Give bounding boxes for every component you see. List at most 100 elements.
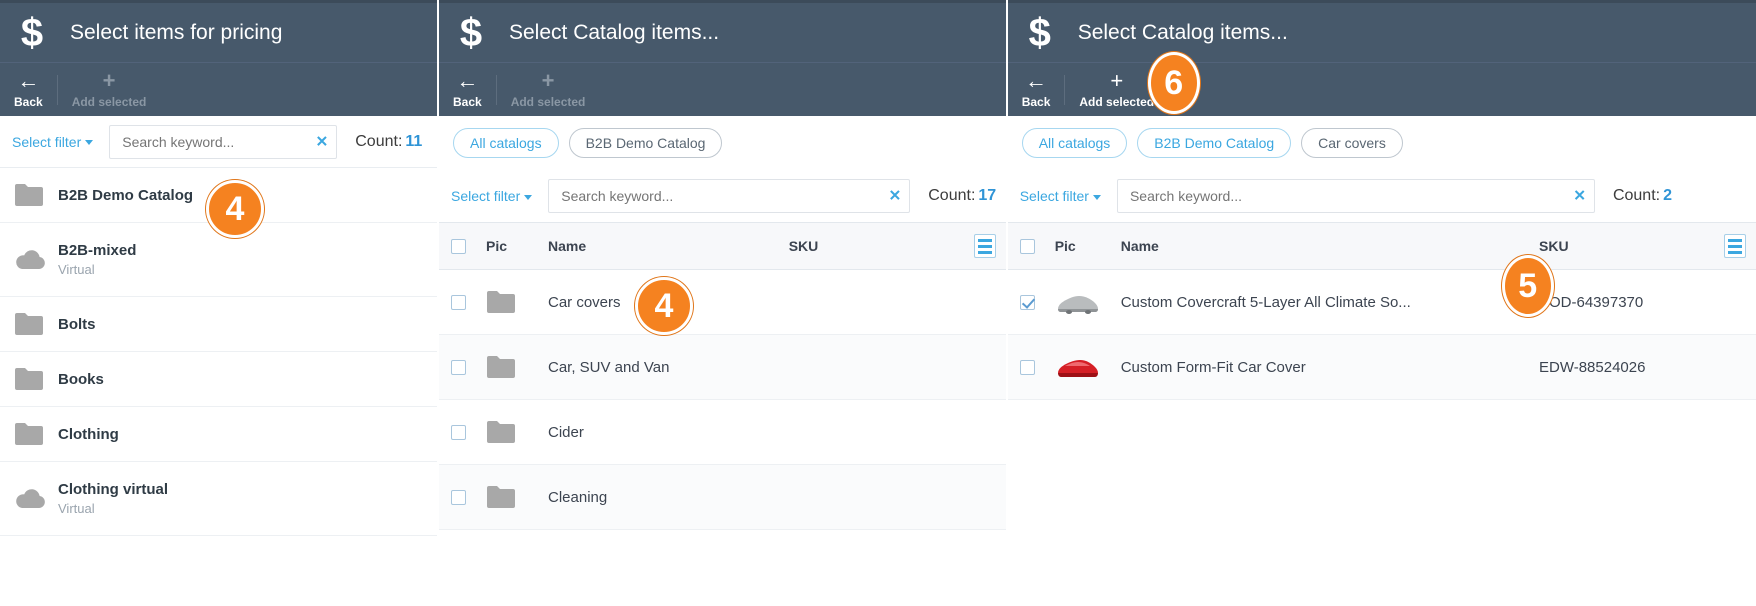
list-item[interactable]: Clothing virtual Virtual: [0, 462, 437, 536]
select-all-checkbox[interactable]: [451, 239, 466, 255]
column-header-sku: SKU: [1529, 222, 1714, 270]
list-item-sublabel: Virtual: [58, 501, 95, 516]
table-row[interactable]: Cleaning: [439, 464, 1006, 530]
row-name: Custom Form-Fit Car Cover: [1110, 334, 1529, 400]
step-badge-number: 4: [225, 189, 245, 228]
panel3-breadcrumb: All catalogs B2B Demo Catalog Car covers: [1007, 116, 1756, 170]
row-sku: EDW-88524026: [1529, 334, 1714, 400]
select-filter-dropdown[interactable]: Select filter: [12, 134, 94, 150]
list-item[interactable]: B2B-mixed Virtual: [0, 223, 437, 297]
row-name: Custom Covercraft 5-Layer All Climate So…: [1110, 269, 1529, 335]
row-menu-cell: [963, 464, 1006, 530]
row-sku: [778, 464, 964, 530]
step-badge-4: 4: [635, 277, 693, 335]
add-selected-label: Add selected: [1079, 94, 1155, 109]
select-all-header: [439, 222, 476, 270]
panel1-toolbar: ← Back + Add selected: [0, 62, 437, 116]
count-value: 11: [405, 132, 423, 150]
select-all-header: [1007, 222, 1045, 270]
count-display: Count: 17: [928, 187, 996, 205]
folder-icon: [487, 291, 515, 313]
panel1-filterbar: Select filter ✕ Count:11: [0, 116, 437, 168]
row-menu-cell: [1714, 269, 1756, 335]
search-input[interactable]: [109, 124, 338, 159]
row-checkbox[interactable]: [451, 425, 466, 441]
table-row[interactable]: Cider: [439, 399, 1006, 465]
plus-icon: +: [1110, 67, 1124, 93]
row-checkbox-cell: [1007, 334, 1045, 400]
back-button[interactable]: ← Back: [1008, 63, 1065, 117]
add-selected-button[interactable]: + Add selected: [497, 63, 600, 117]
search-input[interactable]: [1116, 179, 1595, 213]
row-checkbox[interactable]: [1019, 360, 1035, 376]
step-badge-4: 4: [206, 180, 264, 238]
list-menu-icon[interactable]: [1724, 234, 1746, 258]
row-pic-cell: [476, 334, 538, 400]
select-all-checkbox[interactable]: [1019, 239, 1035, 255]
plus-icon: +: [102, 67, 116, 93]
row-pic-cell: [1044, 334, 1111, 400]
list-item[interactable]: Books: [0, 352, 437, 407]
list-menu-icon[interactable]: [973, 234, 996, 258]
clear-icon[interactable]: ✕: [316, 134, 329, 149]
count-label: Count:: [1612, 187, 1661, 204]
select-filter-dropdown[interactable]: Select filter: [1020, 188, 1101, 204]
step-badge-5: 5: [1501, 255, 1554, 317]
breadcrumb-pill-b2b-demo-catalog[interactable]: B2B Demo Catalog: [1137, 128, 1292, 158]
add-selected-label: Add selected: [71, 94, 147, 109]
panel2-title: Select Catalog items...: [509, 20, 720, 44]
list-item-text: B2B Demo Catalog: [58, 187, 193, 204]
column-header-pic: Pic: [1044, 222, 1111, 270]
row-pic-cell: [476, 269, 538, 335]
breadcrumb-pill-car-covers[interactable]: Car covers: [1301, 128, 1403, 158]
folder-icon: [14, 367, 58, 391]
back-label: Back: [14, 94, 43, 109]
search-wrapper: ✕: [109, 124, 338, 159]
folder-icon: [14, 422, 58, 446]
car-cover-grey-thumb: [1057, 296, 1098, 314]
folder-icon: [14, 312, 58, 336]
panel1-title: Select items for pricing: [70, 20, 283, 44]
table-row[interactable]: Custom Covercraft 5-Layer All Climate So…: [1007, 269, 1756, 335]
arrow-left-icon: ←: [17, 67, 40, 93]
add-selected-button[interactable]: + Add selected: [58, 63, 161, 117]
list-item[interactable]: Bolts: [0, 297, 437, 352]
row-pic-cell: [1044, 269, 1111, 335]
select-filter-dropdown[interactable]: Select filter: [451, 188, 533, 204]
table-row[interactable]: Car, SUV and Van: [439, 334, 1006, 400]
back-button[interactable]: ← Back: [0, 63, 57, 117]
row-checkbox[interactable]: [451, 295, 466, 311]
cloud-icon: [14, 249, 58, 271]
panel-car-covers-items: $ Select Catalog items... ← Back + Add s…: [1007, 0, 1756, 606]
breadcrumb-pill-all-catalogs[interactable]: All catalogs: [453, 128, 559, 158]
panel2-toolbar: ← Back + Add selected: [439, 62, 1006, 116]
count-label: Count:: [928, 187, 976, 204]
table-row[interactable]: Custom Form-Fit Car Cover EDW-88524026: [1007, 334, 1756, 400]
row-checkbox-cell: [1007, 269, 1045, 335]
list-item[interactable]: Clothing: [0, 407, 437, 462]
column-header-name: Name: [1110, 222, 1529, 270]
row-sku: [778, 334, 964, 400]
table-row[interactable]: Car covers: [439, 269, 1006, 335]
step-badge-6: 6: [1147, 52, 1200, 114]
count-value: 2: [1663, 187, 1672, 204]
row-checkbox[interactable]: [1019, 295, 1035, 311]
clear-icon[interactable]: ✕: [889, 189, 902, 204]
panel-select-catalog-items: $ Select Catalog items... ← Back + Add s…: [439, 0, 1006, 606]
back-button[interactable]: ← Back: [439, 63, 496, 117]
panel1-titlebar: $ Select items for pricing: [0, 0, 437, 62]
list-item-label: B2B Demo Catalog: [58, 186, 194, 204]
search-input[interactable]: [548, 179, 911, 213]
column-header-sku: SKU: [778, 222, 964, 270]
row-checkbox[interactable]: [451, 360, 466, 376]
list-item-text: Bolts: [58, 316, 96, 333]
select-filter-label: Select filter: [451, 188, 521, 204]
table-header-row: Pic Name SKU: [439, 222, 1006, 270]
breadcrumb-pill-b2b-demo-catalog[interactable]: B2B Demo Catalog: [568, 128, 723, 158]
row-name: Cider: [538, 399, 779, 465]
row-checkbox[interactable]: [451, 490, 466, 506]
clear-icon[interactable]: ✕: [1573, 189, 1586, 204]
breadcrumb-pill-all-catalogs[interactable]: All catalogs: [1021, 128, 1128, 158]
folder-icon: [14, 183, 58, 207]
panel3-filterbar: Select filter ✕ Count:2: [1007, 170, 1756, 222]
